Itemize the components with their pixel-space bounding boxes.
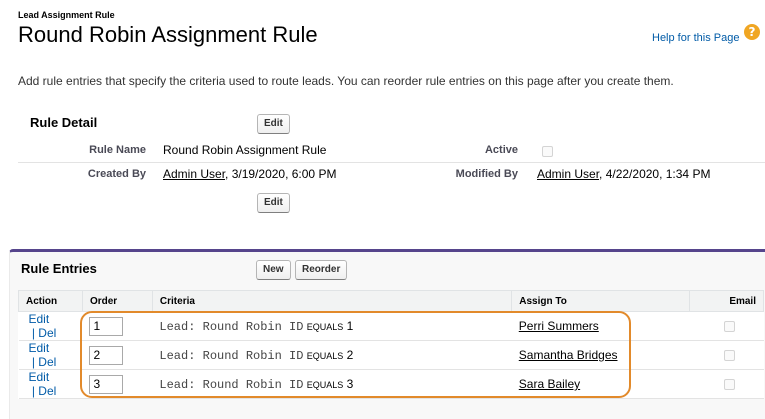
col-header-criteria[interactable]: Criteria: [151, 290, 513, 312]
criteria-value: 2: [346, 347, 354, 362]
criteria-cell: Lead: Round Robin ID EQUALS 2: [152, 340, 512, 370]
rule-entries-title: Rule Entries: [21, 261, 97, 276]
email-checkbox: [723, 379, 735, 391]
order-input[interactable]: [89, 345, 124, 365]
help-link[interactable]: Help for this Page: [652, 28, 739, 46]
new-button[interactable]: New: [256, 260, 291, 280]
del-link[interactable]: Del: [38, 384, 56, 398]
email-checkbox: [723, 321, 735, 333]
criteria-cell: Lead: Round Robin ID EQUALS 1: [152, 311, 512, 341]
order-input[interactable]: [89, 316, 124, 336]
rule-detail-title: Rule Detail: [30, 115, 98, 130]
email-cell: [689, 311, 764, 341]
table-row: Edit | Del Lead: Round Robin ID EQUALS 2…: [18, 340, 764, 370]
edit-link[interactable]: Edit: [29, 341, 50, 355]
modified-by-date: , 4/22/2020, 1:34 PM: [599, 167, 711, 181]
assign-to-link[interactable]: Perri Summers: [519, 319, 599, 333]
col-header-action[interactable]: Action: [18, 290, 83, 312]
criteria-field: Lead: Round Robin ID: [159, 377, 304, 392]
action-cell: Edit | Del: [18, 340, 83, 370]
col-header-email[interactable]: Email: [689, 290, 764, 312]
edit-button-bottom[interactable]: Edit: [257, 193, 290, 213]
created-by-date: , 3/19/2020, 6:00 PM: [225, 167, 337, 181]
criteria-value: 1: [346, 318, 354, 333]
modified-by-label: Modified By: [455, 168, 518, 180]
criteria-operator: EQUALS: [306, 350, 344, 361]
active-label: Active: [484, 144, 518, 156]
criteria-cell: Lead: Round Robin ID EQUALS 3: [152, 369, 512, 399]
del-link[interactable]: Del: [38, 326, 56, 340]
rule-entries-table: Action Order Criteria Assign To Email Ed…: [18, 290, 764, 399]
col-header-assign-to[interactable]: Assign To: [511, 290, 691, 312]
link-separator: |: [28, 355, 39, 369]
action-cell: Edit | Del: [18, 311, 83, 341]
detail-divider: [18, 162, 765, 163]
order-input[interactable]: [89, 374, 124, 394]
order-cell: [82, 369, 153, 399]
order-cell: [82, 311, 153, 341]
del-link[interactable]: Del: [38, 355, 56, 369]
criteria-operator: EQUALS: [306, 379, 344, 390]
assign-to-link[interactable]: Sara Bailey: [519, 377, 580, 391]
order-cell: [82, 340, 153, 370]
link-separator: |: [28, 384, 39, 398]
criteria-field: Lead: Round Robin ID: [159, 348, 304, 363]
assign-to-cell: Samantha Bridges: [511, 340, 690, 370]
rule-name-value: Round Robin Assignment Rule: [163, 143, 327, 157]
active-checkbox: [542, 146, 553, 157]
created-by-label: Created By: [87, 168, 146, 180]
table-header-row: Action Order Criteria Assign To Email: [18, 290, 764, 312]
assign-to-link[interactable]: Samantha Bridges: [519, 348, 618, 362]
edit-link[interactable]: Edit: [29, 312, 50, 326]
modified-by-value: Admin User, 4/22/2020, 1:34 PM: [537, 167, 710, 181]
email-cell: [689, 369, 764, 399]
rule-name-label: Rule Name: [89, 144, 146, 156]
entity-label: Lead Assignment Rule: [18, 10, 115, 20]
edit-button-top[interactable]: Edit: [257, 114, 290, 134]
created-by-user-link[interactable]: Admin User: [163, 167, 225, 181]
table-row: Edit | Del Lead: Round Robin ID EQUALS 3…: [18, 369, 764, 399]
assign-to-cell: Sara Bailey: [511, 369, 690, 399]
criteria-operator: EQUALS: [306, 321, 344, 332]
col-header-order[interactable]: Order: [81, 290, 153, 312]
help-link-label[interactable]: Help for this Page: [652, 32, 739, 44]
action-cell: Edit | Del: [18, 369, 83, 399]
email-cell: [689, 340, 764, 370]
assign-to-cell: Perri Summers: [511, 311, 690, 341]
criteria-field: Lead: Round Robin ID: [159, 319, 304, 334]
table-row: Edit | Del Lead: Round Robin ID EQUALS 1…: [18, 311, 764, 341]
link-separator: |: [28, 326, 39, 340]
modified-by-user-link[interactable]: Admin User: [537, 167, 599, 181]
page-description: Add rule entries that specify the criter…: [18, 74, 674, 88]
help-question-icon[interactable]: ?: [744, 24, 760, 40]
criteria-value: 3: [346, 376, 354, 391]
page-title: Round Robin Assignment Rule: [18, 22, 318, 47]
reorder-button[interactable]: Reorder: [295, 260, 348, 280]
edit-link[interactable]: Edit: [29, 370, 50, 384]
created-by-value: Admin User, 3/19/2020, 6:00 PM: [163, 167, 336, 181]
email-checkbox: [723, 350, 735, 362]
